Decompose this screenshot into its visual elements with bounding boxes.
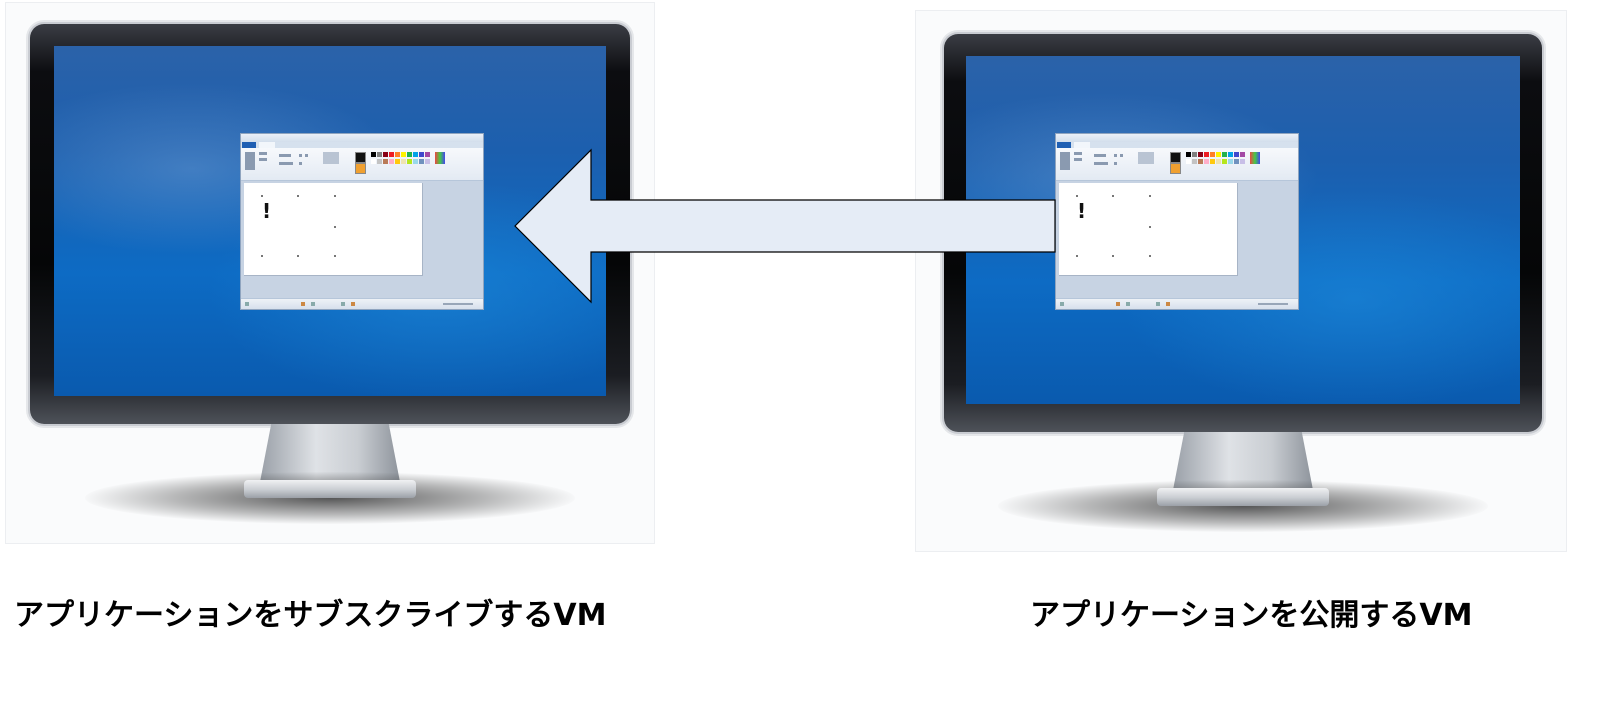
left-vm-caption: アプリケーションをサブスクライブするVM bbox=[14, 598, 607, 633]
arrow-shape bbox=[514, 148, 1056, 304]
right-vm-caption: アプリケーションを公開するVM bbox=[1030, 598, 1473, 633]
